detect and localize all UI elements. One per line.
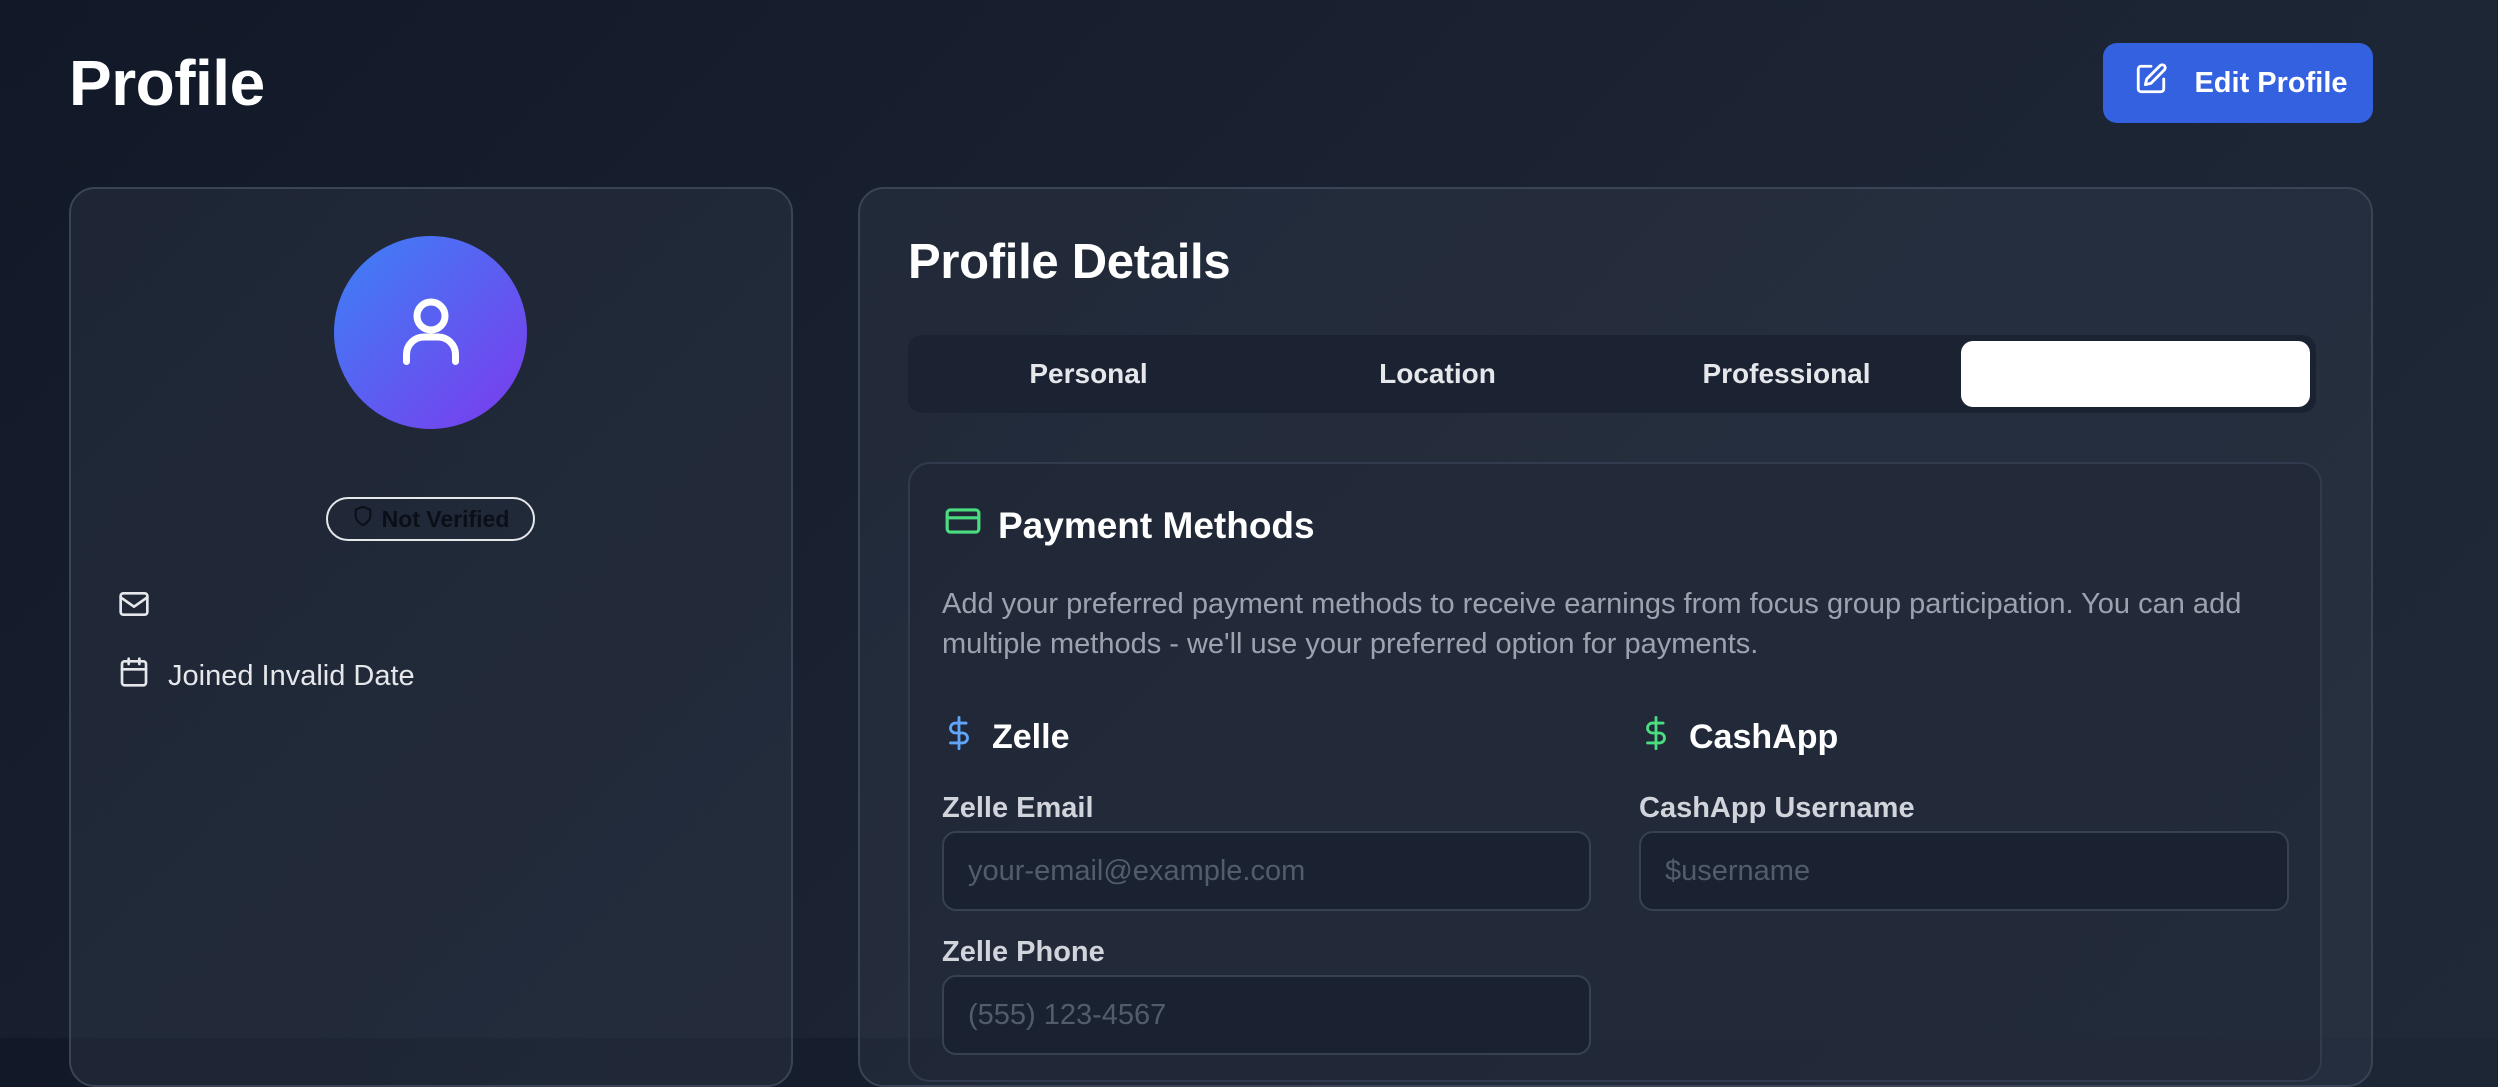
edit-profile-label: Edit Profile [2194, 66, 2348, 99]
zelle-phone-input[interactable] [942, 975, 1591, 1055]
verification-status-label: Not Verified [381, 505, 510, 532]
zelle-title: Zelle [992, 718, 1070, 756]
mail-icon [118, 588, 150, 628]
zelle-email-label: Zelle Email [942, 792, 1094, 824]
calendar-icon [118, 656, 150, 696]
dollar-icon [944, 716, 974, 759]
zelle-section-title: Zelle [944, 716, 1069, 759]
profile-details-title: Profile Details [908, 235, 1231, 289]
tab-personal[interactable]: Personal [914, 341, 1263, 407]
joined-date-text: Joined Invalid Date [168, 659, 415, 692]
user-icon [389, 288, 473, 377]
credit-card-icon [944, 502, 982, 549]
cashapp-section-title: CashApp [1641, 716, 1838, 759]
joined-row: Joined Invalid Date [118, 656, 415, 696]
tab-location[interactable]: Location [1263, 341, 1612, 407]
edit-icon [2134, 62, 2168, 104]
tab-payment[interactable] [1961, 341, 2310, 407]
email-row [118, 588, 168, 628]
edit-profile-button[interactable]: Edit Profile [2103, 43, 2373, 123]
cashapp-username-input[interactable] [1639, 831, 2289, 911]
payment-methods-description: Add your preferred payment methods to re… [942, 588, 2242, 660]
shield-icon [352, 505, 374, 533]
zelle-email-input[interactable] [942, 831, 1591, 911]
payment-methods-header: Payment Methods [944, 502, 1315, 549]
payment-methods-title: Payment Methods [998, 504, 1315, 546]
avatar [334, 236, 527, 429]
verification-status-badge: Not Verified [326, 497, 535, 541]
cashapp-username-label: CashApp Username [1639, 792, 1915, 824]
tab-professional[interactable]: Professional [1612, 341, 1961, 407]
cashapp-title: CashApp [1689, 718, 1839, 756]
zelle-phone-label: Zelle Phone [942, 936, 1105, 968]
dollar-icon [1641, 716, 1671, 759]
profile-tabs: Personal Location Professional [908, 335, 2316, 413]
page-title: Profile [69, 47, 265, 119]
